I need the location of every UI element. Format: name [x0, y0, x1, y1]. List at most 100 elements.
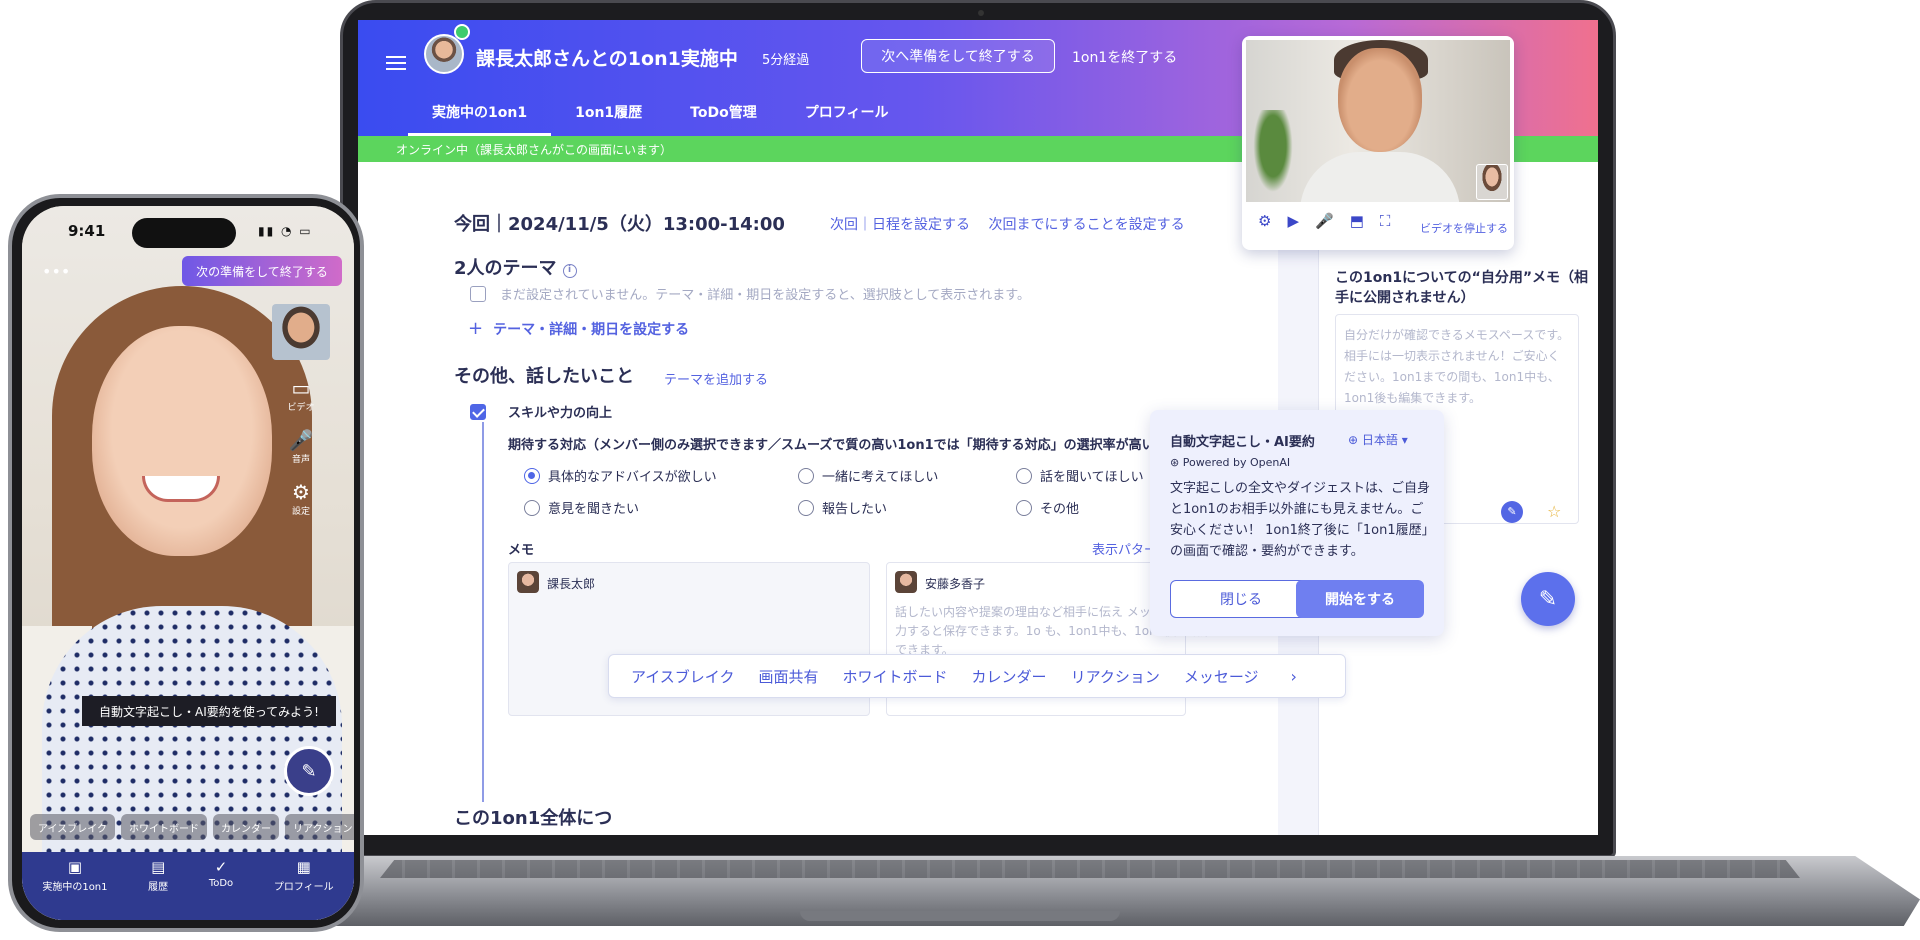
add-theme-link[interactable]: テーマを追加する	[664, 369, 768, 388]
avatar	[517, 571, 539, 593]
plus-icon: +	[468, 318, 484, 339]
topic-label: スキルや力の向上	[508, 406, 613, 421]
main-tabs: 実施中の1on1 1on1履歴 ToDo管理 プロフィール	[408, 90, 912, 136]
tab-todo[interactable]: ToDo管理	[666, 90, 781, 136]
tab-current-1on1[interactable]: 実施中の1on1	[408, 90, 552, 136]
status-icons: ▮▮ ◔ ▭	[258, 224, 313, 238]
remote-person	[1338, 48, 1422, 152]
desktop-app: 課長太郎さんとの1on1実施中 5分経過 次へ準備をして終了する 1on1を終了…	[358, 20, 1598, 835]
next-prep-end-button[interactable]: 次へ準備をして終了する	[861, 39, 1055, 73]
camera-icon[interactable]: ▶	[1287, 212, 1299, 230]
chip-icebreak[interactable]: アイスブレイク	[30, 814, 115, 840]
radio-option[interactable]: 一緒に考えてほしい	[798, 466, 938, 485]
settings-button[interactable]: ⚙ 設定	[274, 480, 328, 517]
set-theme-link[interactable]: + テーマ・詳細・期日を設定する	[468, 318, 689, 339]
settings-icon: ⚙	[292, 480, 310, 504]
remote-video	[1246, 40, 1510, 202]
close-button[interactable]: 閉じる	[1170, 580, 1312, 618]
personal-memo-title: この1on1についての“自分用”メモ（相手に公開されません）	[1335, 270, 1589, 306]
settings-icon[interactable]: ⚙	[1258, 212, 1271, 230]
radio-option[interactable]: 具体的なアドバイスが欲しい	[524, 466, 717, 485]
powered-by-label: ⊛ Powered by OpenAI	[1170, 456, 1291, 469]
online-indicator	[454, 24, 470, 40]
language-select[interactable]: ⊕ 日本語 ▾	[1348, 431, 1408, 448]
ai-magic-wand-button[interactable]: ✎	[284, 746, 334, 796]
radio-icon	[524, 500, 540, 516]
toolbar-message[interactable]: メッセージ	[1184, 666, 1259, 687]
video-toggle[interactable]: ▭ ビデオ	[274, 376, 328, 413]
current-session-date: 今回｜2024/11/5（火）13:00-14:00	[454, 214, 785, 235]
avatar	[895, 571, 917, 593]
display-pattern-link[interactable]: 表示パター	[1092, 539, 1157, 558]
chat-icon: ▣	[67, 858, 83, 876]
chevron-right-icon[interactable]: ›	[1291, 667, 1297, 686]
microphone-icon[interactable]: 🎤	[1315, 212, 1334, 230]
set-todo-link[interactable]: 次回までにすることを設定する	[988, 217, 1184, 233]
theme-checkbox[interactable]	[470, 286, 486, 302]
document-icon: ▤	[151, 858, 166, 876]
ai-popup-body: 文字起こしの全文やダイジェストは、ご自身と1on1のお相手以外誰にも見えません。…	[1170, 481, 1431, 559]
radio-icon	[798, 500, 814, 516]
ai-popup-title: 自動文字起こし・AI要約	[1170, 435, 1315, 450]
tab-history[interactable]: 1on1履歴	[551, 90, 666, 136]
hamburger-menu-icon[interactable]	[386, 56, 406, 70]
theme-heading: 2人のテーマ i	[454, 254, 577, 280]
page-title: 課長太郎さんとの1on1実施中	[476, 48, 738, 70]
attachment-icon[interactable]: ✎	[1501, 501, 1523, 523]
more-menu-icon[interactable]: •••	[42, 262, 70, 281]
laptop-keyboard	[380, 860, 1800, 878]
chip-whiteboard[interactable]: ホワイトボード	[121, 814, 207, 840]
toolbar-whiteboard[interactable]: ホワイトボード	[843, 666, 948, 687]
nav-current-1on1[interactable]: ▣ 実施中の1on1	[42, 858, 107, 920]
toolbar-icebreak[interactable]: アイスブレイク	[631, 666, 735, 687]
ai-magic-wand-button[interactable]: ✎	[1521, 572, 1575, 626]
video-call-panel: ⚙ ▶ 🎤 ⬒ ⛶ ビデオを停止する	[1242, 36, 1514, 250]
memo-label: メモ	[508, 543, 535, 558]
nav-profile[interactable]: ▦ プロフィール	[274, 858, 334, 920]
remote-person	[92, 326, 272, 556]
bottom-nav: ▣ 実施中の1on1 ▤ 履歴 ✓ ToDo ▦ プロフィール	[22, 852, 354, 920]
nav-history[interactable]: ▤ 履歴	[148, 858, 168, 920]
nav-todo[interactable]: ✓ ToDo	[209, 858, 233, 920]
tab-profile[interactable]: プロフィール	[781, 90, 913, 136]
camera-icon: ▭	[291, 376, 311, 400]
feature-chips: アイスブレイク ホワイトボード カレンダー リアクション メッ	[30, 814, 354, 840]
theme-placeholder-text: まだ設定されていません。テーマ・詳細・期日を設定すると、選択肢として表示されます…	[500, 288, 1031, 303]
overall-heading: この1on1全体につ	[454, 808, 613, 829]
memo-author: 安藤多香子	[925, 577, 986, 591]
radio-icon	[1016, 468, 1032, 484]
elapsed-time: 5分経過	[762, 53, 810, 68]
toolbar-screen-share[interactable]: 画面共有	[759, 666, 819, 687]
next-session-links: 次回｜日程を設定する 次回までにすることを設定する	[830, 214, 1199, 234]
toolbar-calendar[interactable]: カレンダー	[972, 666, 1047, 687]
self-view-video	[1476, 164, 1508, 200]
start-button[interactable]: 開始をする	[1296, 580, 1424, 618]
profile-icon: ▦	[296, 858, 311, 876]
chip-calendar[interactable]: カレンダー	[213, 814, 279, 840]
check-icon: ✓	[214, 858, 228, 876]
microphone-icon: 🎤	[288, 428, 314, 452]
radio-option[interactable]: 意見を聞きたい	[524, 498, 639, 517]
audio-toggle[interactable]: 🎤 音声	[274, 428, 328, 465]
radio-option[interactable]: 話を聞いてほしい	[1016, 466, 1144, 485]
topic-checkbox[interactable]	[470, 404, 486, 420]
memo-author: 課長太郎	[547, 577, 596, 591]
star-icon[interactable]: ☆	[1547, 502, 1561, 521]
info-icon[interactable]: i	[562, 264, 577, 278]
topic-divider	[482, 422, 484, 802]
end-1on1-button[interactable]: 1on1を終了する	[1072, 47, 1177, 67]
toolbar-reaction[interactable]: リアクション	[1071, 666, 1160, 687]
next-prep-end-button[interactable]: 次の準備をして終了する	[182, 256, 342, 286]
chip-reaction[interactable]: リアクション	[285, 814, 354, 840]
remote-person	[1300, 152, 1460, 202]
radio-option[interactable]: その他	[1016, 498, 1079, 517]
stop-video-button[interactable]: ビデオを停止する	[1420, 220, 1508, 236]
video-controls: ⚙ ▶ 🎤 ⬒ ⛶	[1258, 212, 1390, 230]
radio-option[interactable]: 報告したい	[798, 498, 887, 517]
self-view-video	[272, 304, 330, 360]
fullscreen-icon[interactable]: ⛶	[1380, 212, 1391, 230]
feature-toolbar: アイスブレイク 画面共有 ホワイトボード カレンダー リアクション メッセージ …	[608, 654, 1346, 698]
laptop-camera	[978, 10, 984, 16]
set-next-schedule-link[interactable]: 次回｜日程を設定する	[830, 217, 970, 233]
screen-share-icon[interactable]: ⬒	[1350, 212, 1364, 230]
